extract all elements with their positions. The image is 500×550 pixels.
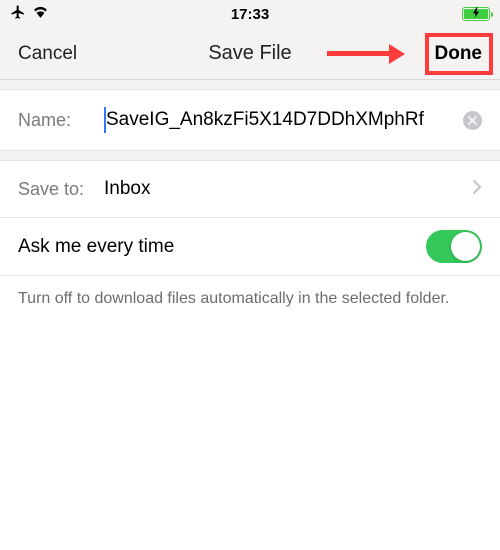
name-input[interactable]: SaveIG_An8kzFi5X14D7DDhXMphRf [106,109,457,131]
page-title: Save File [208,42,291,65]
saveto-value: Inbox [104,178,472,200]
close-icon [468,116,477,125]
airplane-icon [10,4,26,25]
status-time: 17:33 [231,6,269,23]
footer-hint: Turn off to download files automatically… [0,276,500,322]
wifi-icon [32,5,49,23]
cancel-button[interactable]: Cancel [18,43,77,65]
ask-every-time-row: Ask me every time [0,218,500,276]
name-row: Name: SaveIG_An8kzFi5X14D7DDhXMphRf [0,90,500,151]
toggle-label: Ask me every time [18,236,426,258]
ask-every-time-toggle[interactable] [426,230,482,263]
status-left [10,4,49,25]
status-right [462,7,490,21]
done-button[interactable]: Done [435,43,483,65]
saveto-label: Save to: [18,179,104,200]
header: Cancel Save File Done [0,28,500,80]
name-label: Name: [18,110,104,131]
clear-button[interactable] [463,111,482,130]
saveto-row[interactable]: Save to: Inbox [0,161,500,218]
chevron-right-icon [472,179,482,200]
charging-icon [473,7,480,21]
status-bar: 17:33 [0,0,500,28]
battery-icon [462,7,490,21]
annotation-arrow [327,44,405,64]
